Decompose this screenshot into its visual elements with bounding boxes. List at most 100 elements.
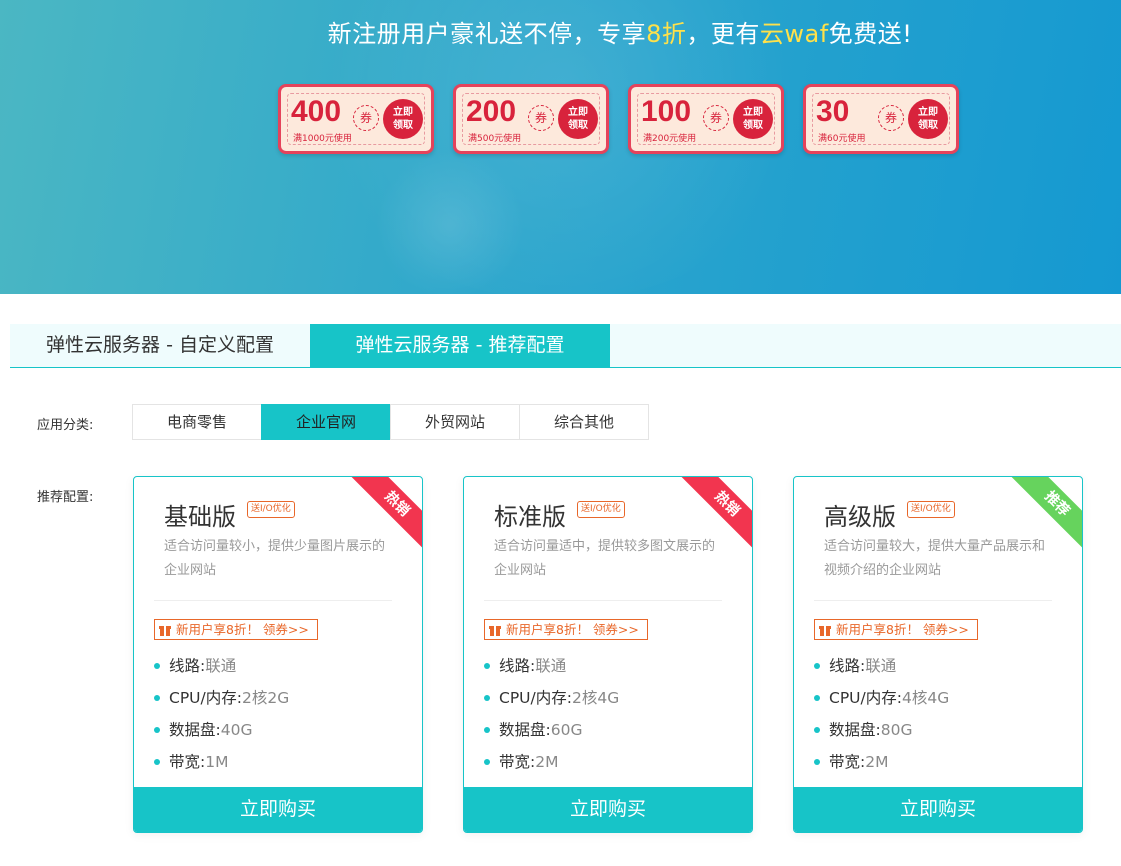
io-optimize-tag: 送I/O优化 bbox=[907, 501, 955, 518]
bullet-icon bbox=[154, 727, 160, 733]
tab-recommended-config[interactable]: 弹性云服务器 - 推荐配置 bbox=[310, 324, 610, 367]
claim-label-2: 领取 bbox=[743, 120, 763, 131]
new-user-coupon-link[interactable]: 新用户享8折！ 领券>> bbox=[814, 619, 978, 640]
spec-line: 线路: 联通 bbox=[484, 650, 619, 682]
claim-coupon-button[interactable]: 立即 领取 bbox=[383, 99, 423, 139]
spec-value: 2M bbox=[535, 753, 559, 771]
spec-key: 数据盘: bbox=[829, 721, 881, 739]
coupon-amount: 400 bbox=[291, 95, 342, 128]
buy-now-button[interactable]: 立即购买 bbox=[794, 787, 1082, 832]
spec-list: 线路: 联通 CPU/内存: 2核2G 数据盘: 40G 带宽: 1M bbox=[154, 650, 289, 778]
category-corporate-site[interactable]: 企业官网 bbox=[261, 404, 391, 440]
category-foreign-trade[interactable]: 外贸网站 bbox=[390, 404, 520, 440]
headline-highlight-discount: 8折 bbox=[646, 20, 687, 48]
spec-cpu: CPU/内存: 4核4G bbox=[814, 682, 949, 714]
spec-value: 4核4G bbox=[901, 689, 950, 707]
bullet-icon bbox=[814, 663, 820, 669]
buy-now-button[interactable]: 立即购买 bbox=[134, 787, 422, 832]
new-user-coupon-link[interactable]: 新用户享8折！ 领券>> bbox=[154, 619, 318, 640]
claim-label-1: 立即 bbox=[743, 107, 763, 118]
headline-highlight-waf: 云waf bbox=[759, 20, 829, 48]
bullet-icon bbox=[154, 695, 160, 701]
spec-value: 2M bbox=[865, 753, 889, 771]
buy-now-button[interactable]: 立即购买 bbox=[464, 787, 752, 832]
spec-key: 带宽: bbox=[499, 753, 536, 771]
coupon-30[interactable]: 30 满60元使用 券 立即领取 bbox=[803, 84, 959, 154]
promo-banner: 新注册用户豪礼送不停，专享8折，更有云waf免费送! 400 满1000元使用 … bbox=[0, 0, 1121, 294]
spec-value: 1M bbox=[205, 753, 229, 771]
spec-value: 40G bbox=[220, 721, 253, 739]
gift-icon bbox=[819, 624, 831, 636]
coupon-juan-badge: 券 bbox=[528, 105, 554, 131]
bullet-icon bbox=[484, 759, 490, 765]
spec-line: 线路: 联通 bbox=[154, 650, 289, 682]
bullet-icon bbox=[484, 695, 490, 701]
coupon-condition: 满200元使用 bbox=[643, 134, 697, 144]
bullet-icon bbox=[154, 759, 160, 765]
promo-text: 新用户享8折！ 领券>> bbox=[176, 622, 309, 637]
spec-key: 数据盘: bbox=[499, 721, 551, 739]
coupon-amount: 30 bbox=[816, 95, 850, 128]
spec-value: 60G bbox=[550, 721, 583, 739]
spec-key: CPU/内存: bbox=[499, 689, 572, 707]
spec-cpu: CPU/内存: 2核4G bbox=[484, 682, 619, 714]
headline-part: ，更有 bbox=[686, 20, 760, 48]
claim-coupon-button[interactable]: 立即 领取 bbox=[908, 99, 948, 139]
new-user-coupon-link[interactable]: 新用户享8折！ 领券>> bbox=[484, 619, 648, 640]
spec-cpu: CPU/内存: 2核2G bbox=[154, 682, 289, 714]
spec-list: 线路: 联通 CPU/内存: 2核4G 数据盘: 60G 带宽: 2M bbox=[484, 650, 619, 778]
io-optimize-tag: 送I/O优化 bbox=[247, 501, 295, 518]
coupon-list: 400 满1000元使用 券 立即 领取 200 满500元使用 券 立即 领取 1… bbox=[278, 84, 959, 154]
coupon-juan-badge: 券 bbox=[878, 105, 904, 131]
plan-card-basic: 热销 基础版 送I/O优化 适合访问量较小，提供少量图片展示的企业网站 新用户享… bbox=[133, 476, 423, 833]
tab-custom-config[interactable]: 弹性云服务器 - 自定义配置 bbox=[10, 324, 310, 367]
spec-value: 80G bbox=[880, 721, 913, 739]
category-ecommerce[interactable]: 电商零售 bbox=[132, 404, 262, 440]
spec-bandwidth: 带宽: 2M bbox=[814, 746, 949, 778]
coupon-100[interactable]: 100 满200元使用 券 立即 领取 bbox=[628, 84, 784, 154]
claim-label-1: 立即 bbox=[568, 107, 588, 118]
spec-key: 带宽: bbox=[169, 753, 206, 771]
plan-description: 适合访问量适中，提供较多图文展示的企业网站 bbox=[494, 539, 716, 578]
spec-value: 联通 bbox=[865, 657, 897, 675]
spec-value: 2核2G bbox=[241, 689, 290, 707]
coupon-condition: 满60元使用 bbox=[818, 134, 866, 144]
spec-key: 数据盘: bbox=[169, 721, 221, 739]
spec-disk: 数据盘: 60G bbox=[484, 714, 619, 746]
spec-key: CPU/内存: bbox=[829, 689, 902, 707]
recommend-label: 推荐配置: bbox=[37, 490, 94, 505]
spec-value: 联通 bbox=[205, 657, 237, 675]
io-optimize-tag: 送I/O优化 bbox=[577, 501, 625, 518]
plan-description: 适合访问量较小，提供少量图片展示的企业网站 bbox=[164, 539, 386, 578]
spec-bandwidth: 带宽: 2M bbox=[484, 746, 619, 778]
bullet-icon bbox=[814, 727, 820, 733]
category-label: 应用分类: bbox=[37, 418, 94, 433]
claim-coupon-button[interactable]: 立即 领取 bbox=[733, 99, 773, 139]
headline-part: 新注册用户豪礼送不停，专享 bbox=[327, 20, 647, 48]
category-other[interactable]: 综合其他 bbox=[519, 404, 649, 440]
banner-headline: 新注册用户豪礼送不停，专享8折，更有云waf免费送! bbox=[0, 14, 1121, 49]
spec-line: 线路: 联通 bbox=[814, 650, 949, 682]
promo-text: 新用户享8折！ 领券>> bbox=[836, 622, 969, 637]
claim-coupon-button[interactable]: 立即 领取 bbox=[558, 99, 598, 139]
coupon-amount: 100 bbox=[641, 95, 692, 128]
plan-title: 标准版 bbox=[494, 503, 566, 531]
coupon-200[interactable]: 200 满500元使用 券 立即 领取 bbox=[453, 84, 609, 154]
promo-text: 新用户享8折！ 领券>> bbox=[506, 622, 639, 637]
claim-label-2: 领取 bbox=[918, 120, 938, 131]
plan-description: 适合访问量较大，提供大量产品展示和视频介绍的企业网站 bbox=[824, 539, 1046, 578]
coupon-400[interactable]: 400 满1000元使用 券 立即 领取 bbox=[278, 84, 434, 154]
bullet-icon bbox=[484, 727, 490, 733]
spec-list: 线路: 联通 CPU/内存: 4核4G 数据盘: 80G 带宽: 2M bbox=[814, 650, 949, 778]
bullet-icon bbox=[154, 663, 160, 669]
plan-title: 高级版 bbox=[824, 503, 896, 531]
spec-value: 2核4G bbox=[571, 689, 620, 707]
plan-title: 基础版 bbox=[164, 503, 236, 531]
headline-part: 免费送! bbox=[828, 20, 913, 48]
spec-key: 线路: bbox=[829, 657, 866, 675]
claim-label-1: 立即 bbox=[918, 107, 938, 118]
category-selector: 电商零售 企业官网 外贸网站 综合其他 bbox=[132, 404, 649, 440]
spec-value: 联通 bbox=[535, 657, 567, 675]
plan-card-standard: 热销 标准版 送I/O优化 适合访问量适中，提供较多图文展示的企业网站 新用户享… bbox=[463, 476, 753, 833]
spec-disk: 数据盘: 40G bbox=[154, 714, 289, 746]
